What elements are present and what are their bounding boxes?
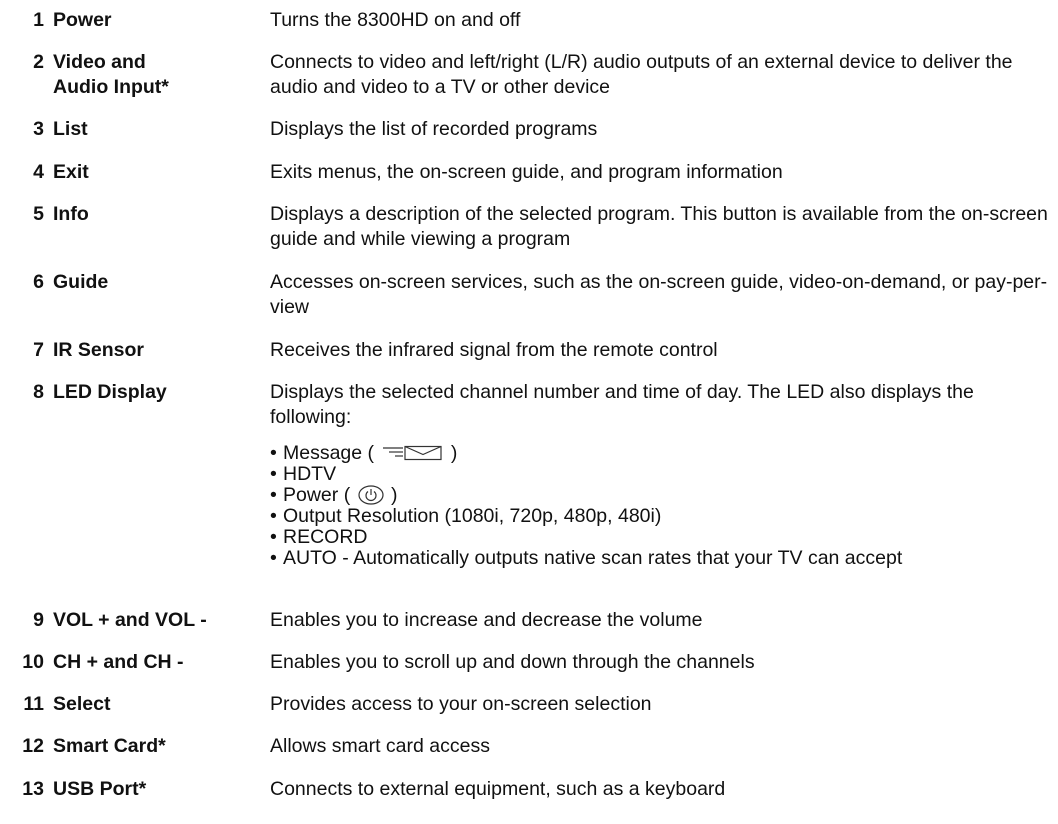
bullet-dot: • <box>270 526 277 548</box>
list-item: • Message ( ) <box>270 443 1050 464</box>
row-description: Provides access to your on-screen select… <box>270 693 652 715</box>
list-item: • Power ( ) <box>270 485 1050 506</box>
power-symbol-icon <box>358 485 384 505</box>
led-feature-list: • Message ( ) • HDTV • Power () • Outpu… <box>270 443 1050 569</box>
message-envelope-icon <box>383 445 443 461</box>
row-description: Displays the selected channel number and… <box>270 381 974 428</box>
list-item: • HDTV <box>270 464 1050 485</box>
row-number: 7 <box>33 339 44 361</box>
row-number: 10 <box>22 651 44 673</box>
bullet-text: Output Resolution (1080i, 720p, 480p, 48… <box>283 505 662 527</box>
row-number: 11 <box>23 693 44 715</box>
row-description: Displays a description of the selected p… <box>270 203 1048 250</box>
row-number: 8 <box>33 381 44 403</box>
row-description: Connects to video and left/right (L/R) a… <box>270 51 1013 98</box>
row-label: LED Display <box>53 381 167 403</box>
row-label: CH + and CH - <box>53 651 184 673</box>
row-description: Receives the infrared signal from the re… <box>270 339 718 361</box>
row-number: 5 <box>33 203 44 225</box>
row-number: 6 <box>33 271 44 293</box>
row-number: 1 <box>33 9 44 31</box>
row-number: 3 <box>33 118 44 140</box>
led-description-block: Displays the selected channel number and… <box>270 380 1050 569</box>
row-description: Turns the 8300HD on and off <box>270 9 521 31</box>
row-label: Info <box>53 203 89 225</box>
bullet-dot: • <box>270 505 277 527</box>
row-number: 13 <box>22 778 44 800</box>
bullet-text: Message ( <box>283 442 375 464</box>
row-description: Allows smart card access <box>270 735 490 757</box>
bullet-text: ) <box>450 442 458 464</box>
row-number: 2 <box>33 51 44 73</box>
row-label: Video and Audio Input* <box>53 51 169 98</box>
row-number: 9 <box>33 609 44 631</box>
bullet-dot: • <box>270 463 277 485</box>
bullet-text: Power ( <box>283 484 351 506</box>
row-number: 4 <box>33 161 44 183</box>
row-label: USB Port* <box>53 778 147 800</box>
bullet-dot: • <box>270 547 277 569</box>
bullet-text: RECORD <box>283 526 368 548</box>
row-label: Smart Card* <box>53 735 166 757</box>
row-description: Connects to external equipment, such as … <box>270 778 726 800</box>
row-label: VOL + and VOL - <box>53 609 207 631</box>
row-description: Exits menus, the on-screen guide, and pr… <box>270 161 783 183</box>
row-description: Enables you to scroll up and down throug… <box>270 651 755 673</box>
row-description: Enables you to increase and decrease the… <box>270 609 703 631</box>
list-item: • RECORD <box>270 527 1050 548</box>
bullet-text: HDTV <box>283 463 337 485</box>
bullet-text: AUTO - Automatically outputs native scan… <box>283 547 903 569</box>
row-label: Guide <box>53 271 109 293</box>
list-item: • AUTO - Automatically outputs native sca… <box>270 548 1050 569</box>
row-description: Displays the list of recorded programs <box>270 118 598 140</box>
row-label: Exit <box>53 161 89 183</box>
row-label: IR Sensor <box>53 339 145 361</box>
list-item: • Output Resolution (1080i, 720p, 480p, 4… <box>270 506 1050 527</box>
row-number: 12 <box>22 735 44 757</box>
bullet-dot: • <box>270 442 277 464</box>
row-label: Select <box>53 693 111 715</box>
bullet-text: ) <box>391 484 398 506</box>
row-label: List <box>53 118 88 140</box>
row-label: Power <box>53 9 112 31</box>
row-description: Accesses on-screen services, such as the… <box>270 271 1048 318</box>
bullet-dot: • <box>270 484 277 506</box>
